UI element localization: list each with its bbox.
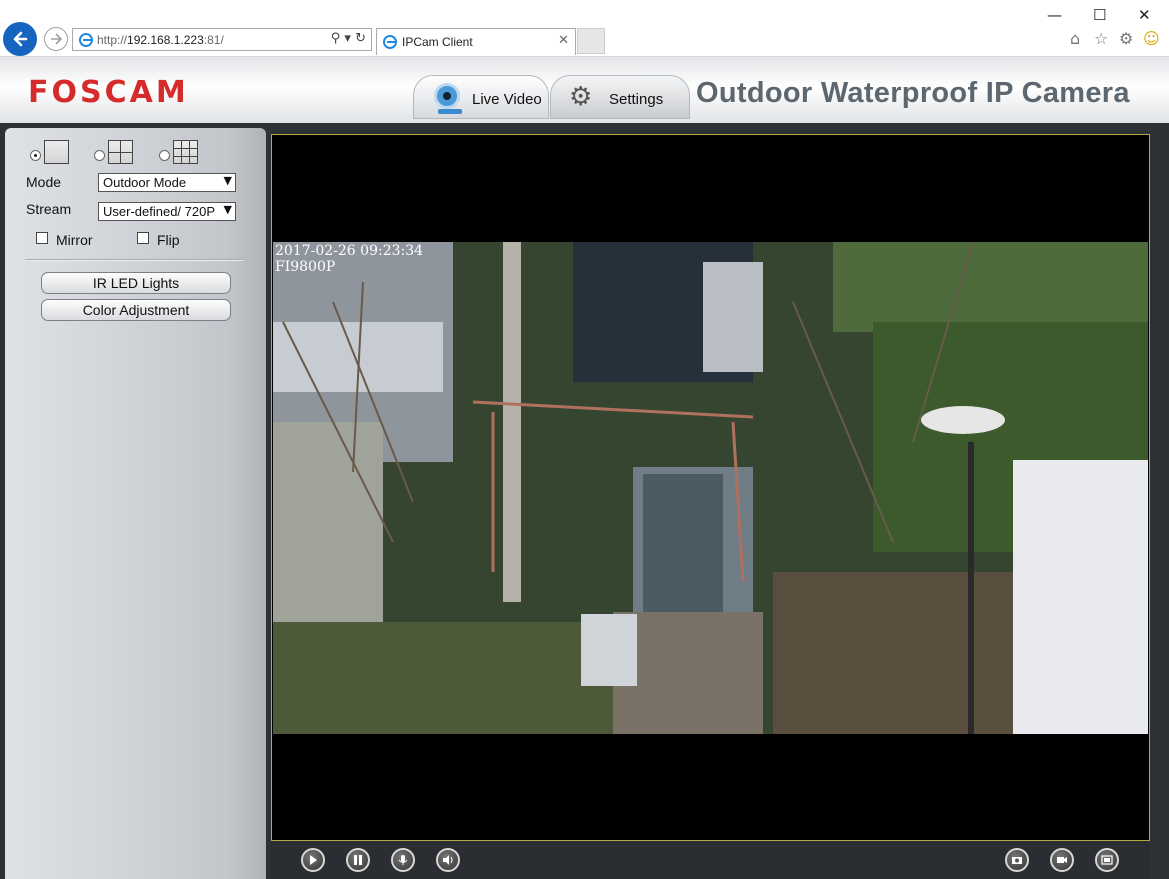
play-icon[interactable] [301, 848, 325, 872]
tab-settings[interactable]: ⚙ Settings [550, 75, 690, 119]
product-title: Outdoor Waterproof IP Camera [696, 77, 1130, 109]
right-edge [1150, 123, 1169, 879]
stream-label: Stream [26, 201, 72, 217]
camera-image: 2017-02-26 09:23:34 FI9800P [273, 242, 1148, 734]
audio-icon[interactable] [436, 848, 460, 872]
camera-scene [273, 242, 1148, 734]
dropdown-icon[interactable]: ▾ [344, 31, 351, 46]
snapshot-icon[interactable] [1005, 848, 1029, 872]
home-icon[interactable]: ⌂ [1070, 29, 1080, 48]
browser-chrome: http://192.168.1.223:81/ ⚲ ▾ ↻ IPCam Cli… [0, 0, 1169, 57]
layout-nine-radio[interactable] [159, 150, 170, 161]
mode-select[interactable]: Outdoor Mode ▼ [98, 173, 236, 192]
fullscreen-icon[interactable] [1095, 848, 1119, 872]
tools-icon: ⚙ [569, 82, 593, 112]
tab-close-icon[interactable]: ✕ [558, 33, 569, 48]
chevron-down-icon: ▼ [223, 203, 232, 216]
camera-name: FI9800P [275, 259, 336, 275]
tab-settings-label: Settings [609, 91, 664, 108]
color-adjustment-button[interactable]: Color Adjustment [41, 299, 231, 321]
video-timestamp: 2017-02-26 09:23:34 [275, 243, 424, 259]
layout-four-radio[interactable] [94, 150, 105, 161]
chevron-down-icon: ▼ [223, 174, 232, 187]
sidebar: Mode Outdoor Mode ▼ Stream User-defined/… [5, 128, 266, 879]
refresh-icon[interactable]: ↻ [355, 31, 366, 46]
favorites-star-icon[interactable]: ☆ [1094, 29, 1108, 48]
new-tab-button[interactable] [577, 28, 605, 54]
record-icon[interactable] [391, 848, 415, 872]
tab-live-video[interactable]: Live Video [413, 75, 549, 119]
tab-title: IPCam Client [402, 35, 473, 49]
tab-live-video-label: Live Video [472, 91, 542, 108]
four-view-icon[interactable] [108, 140, 133, 164]
layout-single-radio[interactable] [30, 150, 41, 161]
minimize-icon[interactable]: — [1047, 6, 1062, 24]
gear-icon[interactable]: ⚙ [1119, 29, 1133, 48]
stream-value: User-defined/ 720P [103, 204, 215, 219]
nine-view-icon[interactable] [173, 140, 198, 164]
back-arrow-icon[interactable] [3, 22, 37, 56]
foscam-logo: FOSCAM [28, 75, 189, 110]
flip-label: Flip [157, 232, 180, 248]
single-view-icon[interactable] [44, 140, 69, 164]
mode-label: Mode [26, 174, 62, 190]
app-body: Mode Outdoor Mode ▼ Stream User-defined/… [0, 123, 1169, 879]
video-control-bar [271, 841, 1150, 879]
mirror-label: Mirror [56, 232, 93, 248]
sidebar-divider [25, 259, 243, 261]
search-icon[interactable]: ⚲ [331, 31, 341, 46]
ie-logo-icon [79, 33, 93, 47]
address-actions[interactable]: ⚲ ▾ ↻ [331, 31, 366, 46]
webcam-icon [434, 83, 460, 109]
flip-checkbox[interactable] [137, 232, 149, 244]
pause-icon[interactable] [346, 848, 370, 872]
close-icon[interactable]: ✕ [1138, 6, 1151, 24]
stream-select[interactable]: User-defined/ 720P ▼ [98, 202, 236, 221]
video-frame[interactable]: 2017-02-26 09:23:34 FI9800P [271, 134, 1150, 841]
record-video-icon[interactable] [1050, 848, 1074, 872]
ie-logo-icon [383, 35, 397, 49]
app-header: FOSCAM Live Video ⚙ Settings Outdoor Wat… [0, 57, 1169, 123]
mirror-checkbox[interactable] [36, 232, 48, 244]
browser-tab[interactable]: IPCam Client ✕ [376, 28, 576, 55]
forward-arrow-icon[interactable] [44, 27, 68, 51]
address-bar[interactable]: http://192.168.1.223:81/ ⚲ ▾ ↻ [72, 28, 372, 51]
ir-led-lights-button[interactable]: IR LED Lights [41, 272, 231, 294]
webcam-base [438, 109, 462, 114]
maximize-icon[interactable]: ☐ [1093, 6, 1106, 24]
url-text: http://192.168.1.223:81/ [97, 33, 224, 47]
mode-value: Outdoor Mode [103, 175, 187, 190]
smiley-icon[interactable]: ☺ [1143, 29, 1160, 48]
